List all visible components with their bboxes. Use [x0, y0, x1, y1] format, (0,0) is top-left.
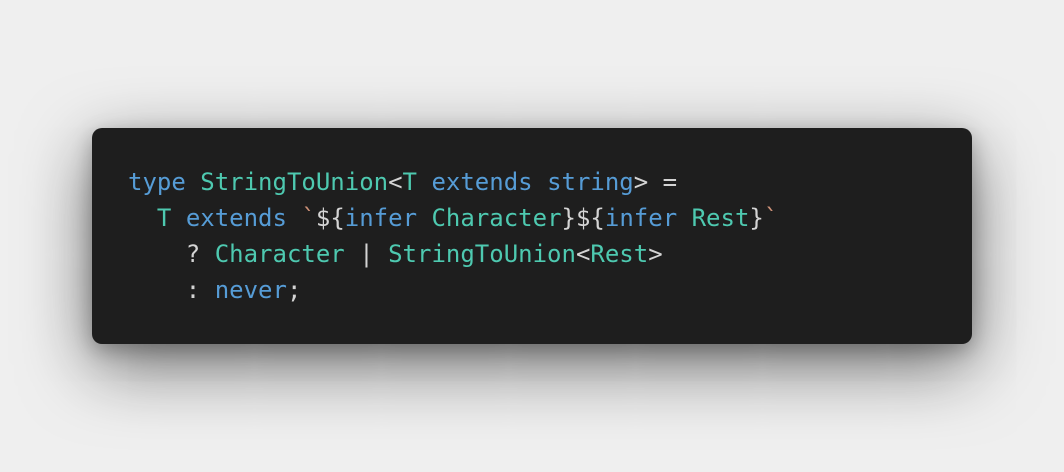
type-name-token: Character [431, 204, 562, 232]
keyword-token: never [214, 276, 287, 304]
type-name-token: Character [214, 240, 345, 268]
punctuation-token: > = [633, 168, 678, 196]
keyword-token: infer [344, 204, 418, 232]
punctuation-token: < [388, 168, 403, 196]
code-line-1: type StringToUnion<T extends string> = [128, 164, 972, 200]
code-line-4: : never; [128, 272, 972, 308]
punctuation-token: > [648, 240, 663, 268]
punctuation-token: } [749, 204, 764, 232]
keyword-token: type [128, 168, 186, 196]
code-block: type StringToUnion<T extends string> = T… [128, 164, 972, 308]
code-snippet-window: type StringToUnion<T extends string> = T… [92, 128, 972, 344]
template-backtick-token: ` [301, 204, 316, 232]
keyword-token: extends [431, 168, 533, 196]
punctuation-token: < [575, 240, 591, 268]
punctuation-token: ${ [315, 204, 345, 232]
punctuation-token: : [128, 276, 215, 304]
keyword-token: infer [604, 204, 678, 232]
type-name-token: StringToUnion [200, 168, 389, 196]
type-param-token: T [156, 204, 172, 232]
template-backtick-token: ` [763, 204, 779, 232]
type-name-token: Rest [590, 240, 649, 268]
code-line-2: T extends `${infer Character}${infer Res… [128, 200, 972, 236]
indent-token [128, 204, 157, 232]
punctuation-token: ; [286, 276, 302, 304]
keyword-token: extends [185, 204, 287, 232]
punctuation-token: }${ [561, 204, 605, 232]
type-name-token: Rest [691, 204, 750, 232]
keyword-token: string [547, 168, 634, 196]
type-param-token: T [402, 168, 417, 196]
punctuation-token: ? [128, 240, 215, 268]
punctuation-token: | [344, 240, 389, 268]
code-line-3: ? Character | StringToUnion<Rest> [128, 236, 972, 272]
type-name-token: StringToUnion [388, 240, 576, 268]
